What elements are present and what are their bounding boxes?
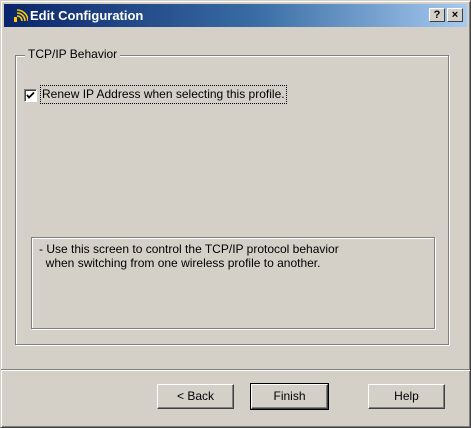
info-text: - Use this screen to control the TCP/IP … (39, 242, 339, 270)
edit-configuration-dialog: Edit Configuration ? × TCP/IP Behavior R… (0, 0, 471, 428)
renew-ip-checkbox[interactable] (24, 89, 37, 102)
help-button-label: Help (394, 389, 419, 403)
help-button[interactable]: Help (368, 384, 445, 409)
help-caption-button[interactable]: ? (429, 8, 445, 22)
back-button-label: < Back (176, 389, 215, 403)
wireless-icon (12, 7, 29, 23)
separator-highlight (1, 370, 470, 371)
checkmark-icon (26, 91, 35, 99)
back-button[interactable]: < Back (157, 384, 234, 409)
window-title: Edit Configuration (30, 8, 144, 23)
finish-button[interactable]: Finish (250, 383, 329, 410)
close-button[interactable]: × (447, 8, 463, 22)
title-bar[interactable]: Edit Configuration ? × (4, 4, 467, 27)
renew-ip-label[interactable]: Renew IP Address when selecting this pro… (40, 85, 287, 104)
finish-button-label: Finish (273, 389, 306, 403)
group-label: TCP/IP Behavior (25, 47, 121, 61)
